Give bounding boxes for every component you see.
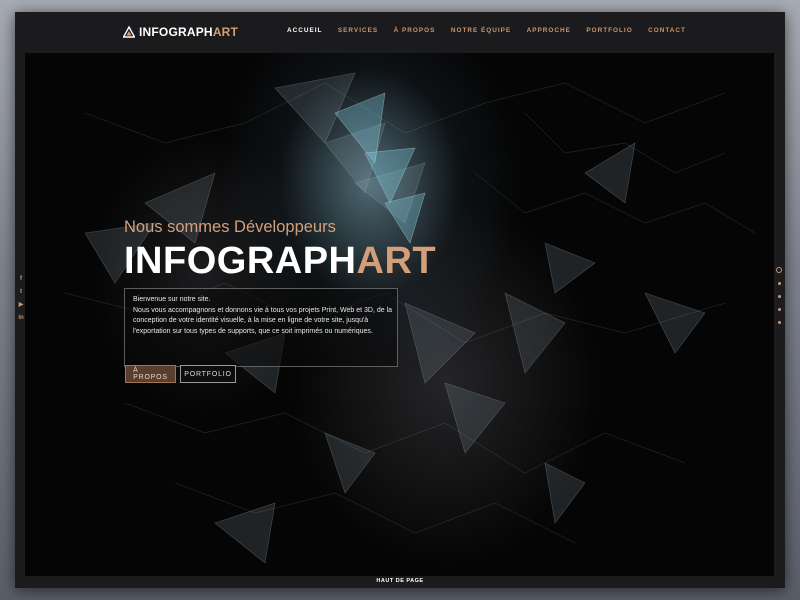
hero-title: INFOGRAPHART xyxy=(124,239,436,283)
nav-services[interactable]: SERVICES xyxy=(338,27,378,34)
welcome-body: Nous vous accompagnons et donnons vie à … xyxy=(133,306,393,336)
back-to-top-link[interactable]: HAUT DE PAGE xyxy=(0,578,800,584)
linkedin-icon[interactable]: in xyxy=(17,314,25,322)
a-propos-button[interactable]: À PROPOS xyxy=(125,365,176,383)
hero-section: Nous sommes Développeurs INFOGRAPHART Bi… xyxy=(25,53,774,576)
nav-approche[interactable]: APPROCHE xyxy=(527,27,571,34)
section-dot[interactable] xyxy=(777,321,781,324)
section-dot[interactable] xyxy=(777,308,781,311)
browser-frame: INFOGRAPH ART ACCUEIL SERVICES À PROPOS N… xyxy=(15,12,785,588)
hero-title-main: INFOGRAPH xyxy=(124,240,357,282)
hero-subtitle: Nous sommes Développeurs xyxy=(124,218,336,236)
brand-name-accent: ART xyxy=(212,25,239,39)
main-nav: ACCUEIL SERVICES À PROPOS NOTRE ÉQUIPE A… xyxy=(287,27,701,34)
welcome-line: Bienvenue sur notre site. xyxy=(133,296,211,303)
top-navbar: INFOGRAPH ART ACCUEIL SERVICES À PROPOS N… xyxy=(15,12,785,52)
welcome-box: Bienvenue sur notre site. Nous vous acco… xyxy=(124,288,398,367)
nav-notre-equipe[interactable]: NOTRE ÉQUIPE xyxy=(451,27,511,34)
brand-name-main: INFOGRAPH xyxy=(139,25,213,39)
nav-contact[interactable]: CONTACT xyxy=(648,27,686,34)
hero-title-accent: ART xyxy=(356,240,437,282)
section-dot[interactable] xyxy=(776,267,782,273)
section-dot[interactable] xyxy=(777,295,781,298)
youtube-icon[interactable]: ▶ xyxy=(17,301,25,309)
section-dots-nav xyxy=(776,267,782,334)
twitter-icon[interactable]: t xyxy=(17,288,25,296)
nav-portfolio[interactable]: PORTFOLIO xyxy=(586,27,632,34)
nav-a-propos[interactable]: À PROPOS xyxy=(394,27,436,34)
triangle-logo-icon xyxy=(123,26,135,38)
hero-button-row: À PROPOS PORTFOLIO xyxy=(125,365,240,383)
brand-logo[interactable]: INFOGRAPH ART xyxy=(123,24,238,40)
facebook-icon[interactable]: f xyxy=(17,275,25,283)
section-dot[interactable] xyxy=(777,282,781,285)
portfolio-button[interactable]: PORTFOLIO xyxy=(180,365,236,383)
nav-accueil[interactable]: ACCUEIL xyxy=(287,27,322,34)
social-links: f t ▶ in xyxy=(17,275,25,327)
